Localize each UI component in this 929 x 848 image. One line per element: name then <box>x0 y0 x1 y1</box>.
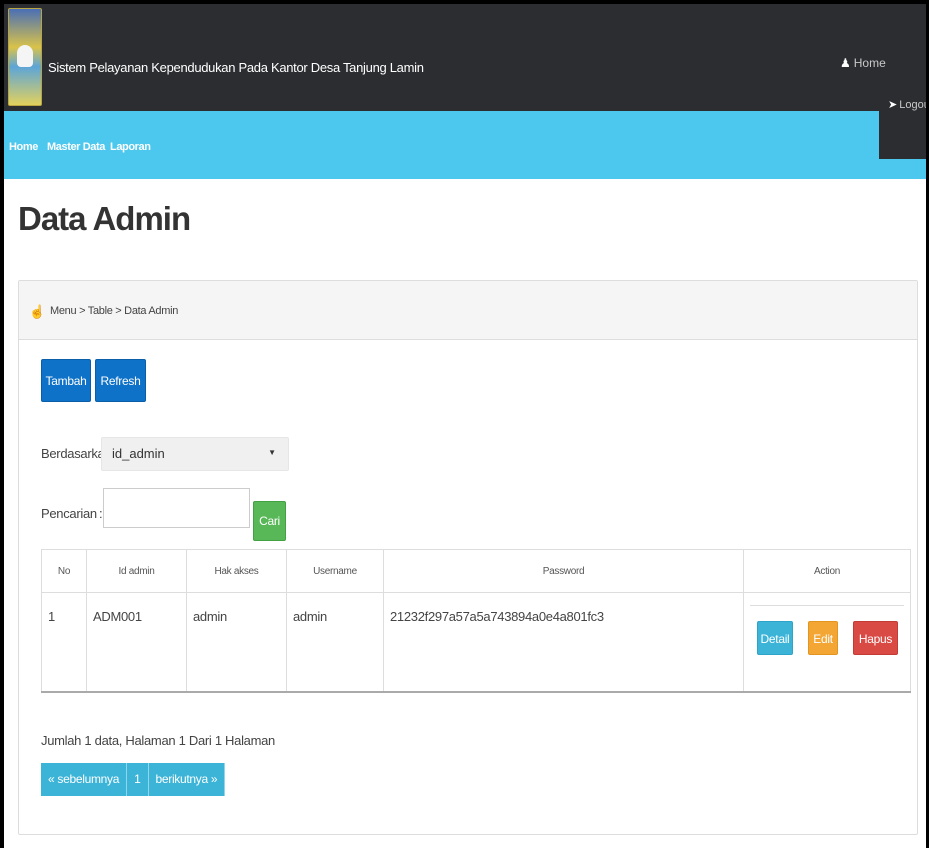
search-input[interactable] <box>103 488 250 528</box>
col-header-action: Action <box>743 549 911 593</box>
caret-down-icon: ▼ <box>268 448 276 457</box>
cell-id-admin: ADM001 <box>86 592 187 693</box>
cell-username: admin <box>286 592 384 693</box>
menu-bar: Home Master Data Laporan <box>4 111 926 179</box>
col-header-username: Username <box>286 549 384 593</box>
pagination-prev[interactable]: « sebelumnya <box>41 763 128 796</box>
cell-hak-akses: admin <box>186 592 287 693</box>
logo <box>8 8 42 106</box>
search-colon: : <box>99 506 103 521</box>
filter-by-value: id_admin <box>112 446 165 461</box>
pagination-page-1[interactable]: 1 <box>127 763 149 796</box>
filter-by-select[interactable]: id_admin ▼ <box>101 437 289 471</box>
user-icon: ♟ <box>840 56 851 70</box>
edit-button[interactable]: Edit <box>808 621 838 655</box>
cell-password: 21232f297a57a5a743894a0e4a801fc3 <box>383 592 744 693</box>
col-header-password: Password <box>383 549 744 593</box>
hand-pointer-icon: ☝ <box>29 304 46 319</box>
search-button[interactable]: Cari <box>253 501 286 541</box>
pagination-next[interactable]: berikutnya » <box>148 763 226 796</box>
top-navbar: Sistem Pelayanan Kependudukan Pada Kanto… <box>4 4 926 111</box>
divider <box>750 605 904 606</box>
cell-no: 1 <box>41 592 87 693</box>
logout-panel <box>879 84 926 159</box>
delete-button[interactable]: Hapus <box>853 621 898 655</box>
page-title: Data Admin <box>18 200 191 237</box>
nav-item-home[interactable]: Home <box>9 141 38 153</box>
breadcrumb: ☝ Menu > Table > Data Admin <box>19 281 917 340</box>
logout-link-label: Logout <box>899 99 926 111</box>
detail-button[interactable]: Detail <box>757 621 793 655</box>
app-title: Sistem Pelayanan Kependudukan Pada Kanto… <box>48 60 424 75</box>
col-header-id-admin: Id admin <box>86 549 187 593</box>
data-summary: Jumlah 1 data, Halaman 1 Dari 1 Halaman <box>41 733 275 748</box>
pagination: « sebelumnya 1 berikutnya » <box>41 763 226 796</box>
logout-link[interactable]: ➤Logout <box>888 98 926 111</box>
col-header-hak-akses: Hak akses <box>186 549 287 593</box>
search-label: Pencarian <box>41 506 97 521</box>
browser-frame: Sistem Pelayanan Kependudukan Pada Kanto… <box>0 0 929 848</box>
add-button[interactable]: Tambah <box>41 359 91 402</box>
content-panel: ☝ Menu > Table > Data Admin Tambah Refre… <box>18 280 918 835</box>
breadcrumb-text: Menu > Table > Data Admin <box>50 305 179 317</box>
refresh-button[interactable]: Refresh <box>95 359 146 402</box>
nav-item-laporan[interactable]: Laporan <box>110 141 151 153</box>
home-link[interactable]: ♟ Home <box>840 56 886 70</box>
nav-item-master-data[interactable]: Master Data <box>47 141 105 153</box>
home-link-label: Home <box>853 56 886 70</box>
logout-icon: ➤ <box>888 99 898 111</box>
col-header-no: No <box>41 549 87 593</box>
table-header-row: No Id admin Hak akses Username Password … <box>41 549 911 593</box>
